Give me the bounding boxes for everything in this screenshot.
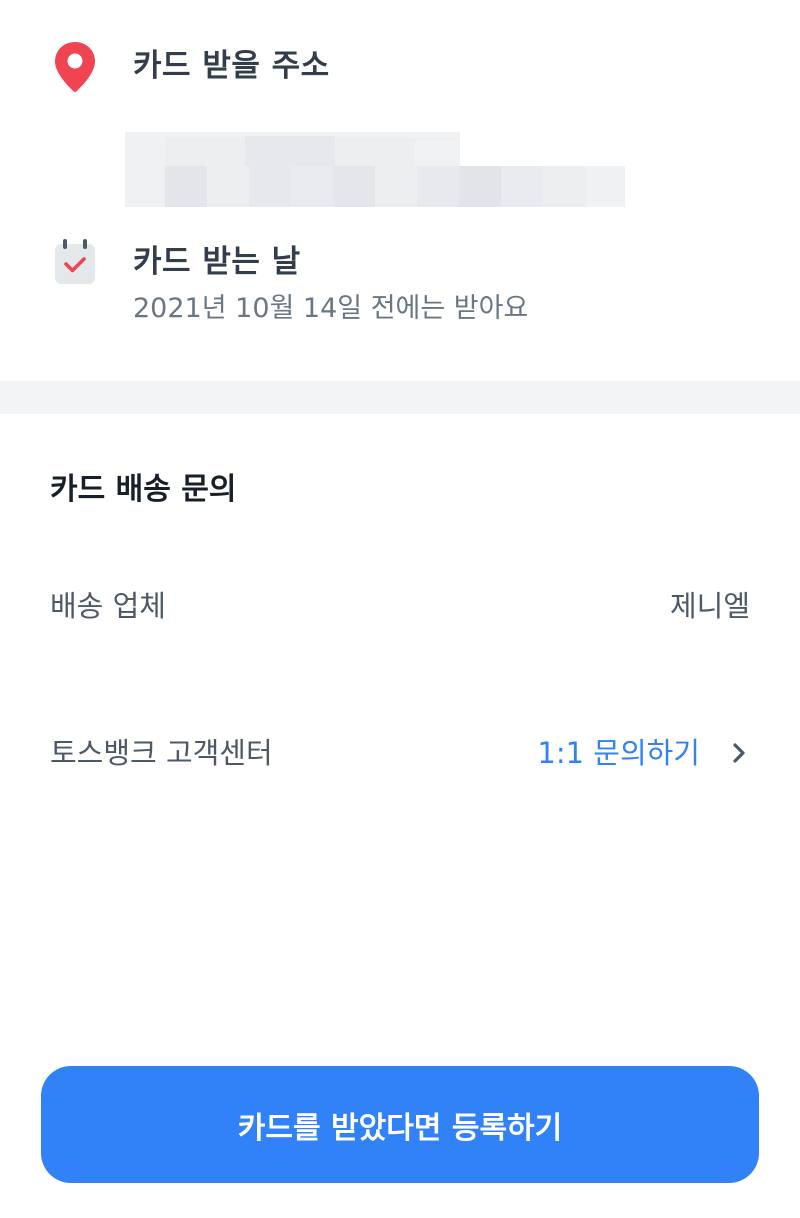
section-divider	[0, 381, 800, 414]
calendar-check-icon	[52, 236, 98, 290]
delivery-date-row: 카드 받는 날 2021년 10월 14일 전에는 받아요	[0, 236, 800, 336]
one-to-one-inquiry-link[interactable]: 1:1 문의하기	[537, 727, 750, 779]
carrier-row: 배송 업체 제니엘	[50, 580, 750, 630]
delivery-date-text: 2021년 10월 14일 전에는 받아요	[133, 293, 529, 324]
delivery-date-title: 카드 받는 날	[133, 244, 301, 280]
chevron-right-icon	[728, 738, 750, 768]
inquiry-section-title: 카드 배송 문의	[50, 472, 237, 507]
address-row: 카드 받을 주소	[0, 40, 800, 207]
carrier-label: 배송 업체	[50, 589, 166, 623]
location-pin-icon	[52, 40, 98, 94]
inquiry-link-text: 1:1 문의하기	[537, 736, 700, 770]
support-label: 토스뱅크 고객센터	[50, 736, 273, 770]
support-row: 토스뱅크 고객센터 1:1 문의하기	[50, 727, 750, 777]
register-card-button[interactable]: 카드를 받았다면 등록하기	[41, 1066, 759, 1183]
address-title: 카드 받을 주소	[133, 48, 330, 84]
card-delivery-screen: 카드 받을 주소 카드 받는 날 2021년 10월 14일 전에는 받아요 카…	[0, 0, 800, 1218]
redacted-address	[125, 132, 625, 207]
carrier-value: 제니엘	[669, 589, 750, 623]
